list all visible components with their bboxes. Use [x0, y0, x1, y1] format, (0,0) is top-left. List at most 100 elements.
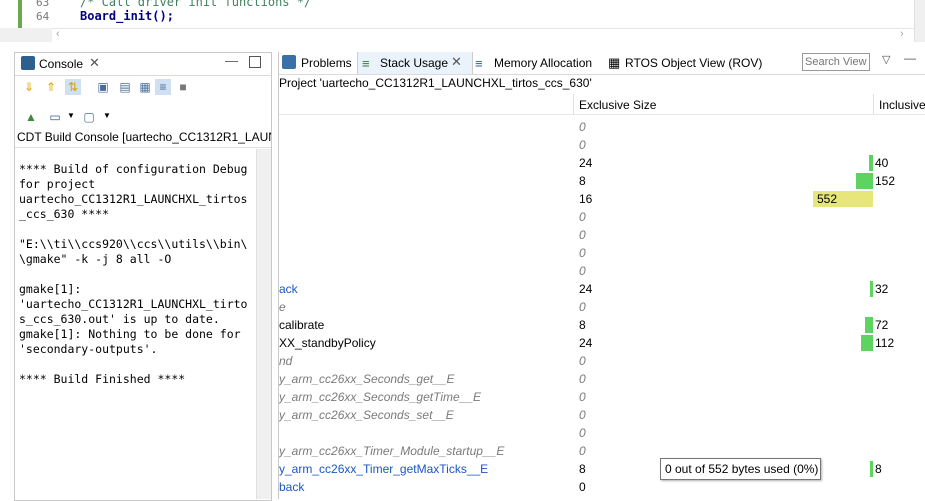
line-number: 63	[36, 0, 50, 9]
inclusive-size: 552	[817, 192, 838, 206]
minimize-icon[interactable]: —	[904, 51, 916, 65]
function-name: XX_standbyPolicy	[279, 336, 376, 350]
link-icon[interactable]: ⇅	[65, 79, 81, 95]
exclusive-size: 0	[579, 426, 586, 440]
pin-icon[interactable]: ▲	[23, 109, 39, 125]
vertical-scrollbar[interactable]	[914, 0, 925, 42]
table-row[interactable]: nd 0	[279, 352, 925, 370]
table-row[interactable]: ack 24 32	[279, 280, 925, 298]
editor-gutter	[0, 0, 64, 28]
usage-bar	[861, 335, 873, 351]
tab-stack-usage[interactable]: Stack Usage	[380, 56, 448, 70]
close-icon[interactable]: ✕	[451, 54, 462, 70]
function-name: y_arm_cc26xx_Timer_Module_startup__E	[279, 444, 505, 458]
usage-bar	[865, 317, 873, 333]
word-wrap-icon[interactable]: ≡	[155, 79, 171, 95]
table-row[interactable]: y_arm_cc26xx_Seconds_set__E 0	[279, 406, 925, 424]
inclusive-size: 40	[875, 156, 889, 170]
code-line[interactable]: /* Call driver init functions */	[80, 0, 311, 9]
line-number: 64	[36, 10, 50, 23]
exclusive-size: 0	[579, 354, 586, 368]
search-view-input[interactable]	[802, 53, 870, 71]
table-row[interactable]: y_arm_cc26xx_Timer_getMaxTicks__E 8 8	[279, 460, 925, 478]
table-row[interactable]: back 0	[279, 478, 925, 496]
inclusive-size: 8	[875, 462, 882, 476]
project-title: Project 'uartecho_CC1312R1_LAUNCHXL_tirt…	[279, 76, 592, 90]
function-name: e	[279, 300, 286, 314]
console-icon	[21, 56, 35, 70]
table-row[interactable]: e0	[279, 298, 925, 316]
table-row[interactable]: 0	[279, 118, 925, 136]
function-name: ack	[279, 282, 298, 296]
scroll-right-icon[interactable]: ›	[900, 28, 904, 40]
problems-icon	[282, 55, 296, 69]
close-icon[interactable]: ✕	[89, 55, 100, 71]
tab-rtos-object-view[interactable]: RTOS Object View (ROV)	[625, 56, 762, 70]
tab-problems[interactable]: Problems	[301, 56, 352, 70]
inclusive-size: 112	[875, 336, 895, 350]
column-exclusive[interactable]: Exclusive Size	[579, 98, 656, 112]
divider	[15, 147, 271, 148]
exclusive-size: 24	[579, 282, 593, 296]
console-output[interactable]: **** Build of configuration Debug for pr…	[19, 162, 257, 387]
column-divider[interactable]	[873, 94, 874, 114]
horizontal-scrollbar[interactable]: ‹ ›	[52, 28, 914, 42]
table-row[interactable]: 0	[279, 424, 925, 442]
console-header: CDT Build Console [uartecho_CC1312R1_LAU…	[17, 130, 271, 144]
minimize-icon[interactable]: —	[225, 53, 238, 68]
code-line[interactable]: Board_init();	[80, 9, 174, 23]
inclusive-size: 72	[875, 318, 889, 332]
exclusive-size: 0	[579, 300, 586, 314]
console-scrollbar[interactable]	[256, 149, 271, 499]
exclusive-size: 0	[579, 408, 586, 422]
exclusive-size: 0	[579, 228, 586, 242]
arrow-down-icon[interactable]: ⇓	[21, 79, 37, 95]
table-row[interactable]: 0	[279, 226, 925, 244]
function-name: y_arm_cc26xx_Seconds_getTime__E	[279, 390, 482, 404]
console-panel: Console ✕ — ⇓ ⇑ ⇅ ▣ ▤ ▦ ≡ ■ ▲ ▭ ▼ ▢ ▼ CD…	[14, 52, 272, 501]
table-row[interactable]: calibrate 8 72	[279, 316, 925, 334]
display-console-icon[interactable]: ▭	[47, 109, 63, 125]
function-name: y_arm_cc26xx_Timer_getMaxTicks__E	[279, 462, 489, 476]
table-row[interactable]: 24 40	[279, 154, 925, 172]
table-row[interactable]: 8 152	[279, 172, 925, 190]
paste-icon[interactable]: ▦	[137, 79, 153, 95]
column-divider[interactable]	[573, 94, 574, 114]
clear-console-icon[interactable]: ■	[175, 79, 191, 95]
new-console-icon[interactable]: ▢	[81, 109, 97, 125]
usage-bar	[870, 461, 873, 477]
table-row[interactable]: y_arm_cc26xx_Seconds_getTime__E 0	[279, 388, 925, 406]
table-row[interactable]: 0	[279, 136, 925, 154]
function-name: calibrate	[279, 318, 325, 332]
exclusive-size: 8	[579, 462, 586, 476]
usage-bar	[870, 281, 873, 297]
table-row[interactable]: 0	[279, 244, 925, 262]
table-row[interactable]: 0	[279, 208, 925, 226]
function-name: nd	[279, 354, 293, 368]
table-row[interactable]: XX_standbyPolicy 24 112	[279, 334, 925, 352]
chevron-down-icon[interactable]: ▼	[103, 111, 111, 120]
scroll-left-icon[interactable]: ‹	[56, 28, 60, 40]
tab-memory-allocation[interactable]: Memory Allocation	[494, 56, 592, 70]
exclusive-size: 8	[579, 318, 586, 332]
memory-icon: ≡	[475, 56, 483, 71]
exclusive-size: 0	[579, 246, 586, 260]
view-menu-icon[interactable]: ▽	[882, 53, 890, 66]
table-row[interactable]: 0	[279, 262, 925, 280]
maximize-icon[interactable]	[249, 56, 261, 68]
copy-icon[interactable]: ▣	[95, 79, 111, 95]
table-row[interactable]: y_arm_cc26xx_Seconds_get__E 0	[279, 370, 925, 388]
exclusive-size: 0	[579, 372, 586, 386]
inclusive-size: 32	[875, 282, 889, 296]
console-tab-bar: Console ✕ —	[15, 53, 271, 76]
column-inclusive[interactable]: Inclusive	[879, 98, 925, 112]
usage-bar	[856, 173, 873, 189]
table-row[interactable]: 16 552	[279, 190, 925, 208]
exclusive-size: 0	[579, 138, 586, 152]
exclusive-size: 0	[579, 480, 586, 494]
table-row[interactable]: y_arm_cc26xx_Timer_Module_startup__E 0	[279, 442, 925, 460]
chevron-down-icon[interactable]: ▼	[67, 111, 75, 120]
console-tab[interactable]: Console	[39, 57, 83, 71]
arrow-up-icon[interactable]: ⇑	[43, 79, 59, 95]
lock-icon[interactable]: ▤	[117, 79, 133, 95]
